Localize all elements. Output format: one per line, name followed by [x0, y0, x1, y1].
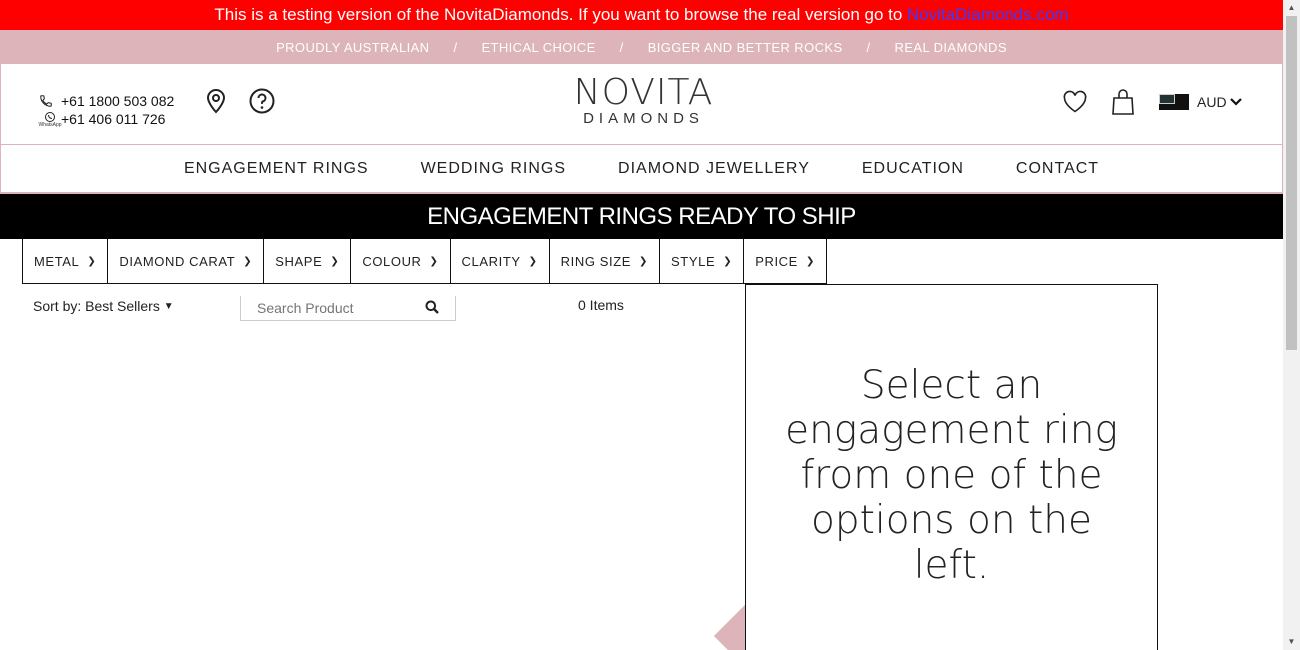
- site-header: +61 1800 503 082 WhatsApp +61 406 011 72…: [0, 64, 1283, 145]
- filter-bar: METAL ❯ DIAMOND CARAT ❯ SHAPE ❯ COLOUR ❯ CLA…: [22, 239, 827, 284]
- promo-item: PROUDLY AUSTRALIAN: [276, 39, 430, 55]
- contact-phones: +61 1800 503 082 WhatsApp +61 406 011 72…: [38, 92, 174, 128]
- caret-down-icon: ▼: [163, 301, 174, 312]
- chevron-down-icon: ❯: [330, 255, 340, 267]
- shopping-bag-icon[interactable]: [1111, 88, 1135, 121]
- filter-shape[interactable]: SHAPE ❯: [264, 239, 352, 283]
- nav-education[interactable]: EDUCATION: [862, 160, 964, 178]
- wishlist-heart-icon[interactable]: [1062, 90, 1088, 119]
- ring-preview-panel: Select an engagement ring from one of th…: [745, 284, 1158, 650]
- search-input[interactable]: [241, 296, 411, 319]
- filter-metal[interactable]: METAL ❯: [23, 239, 109, 283]
- whatsapp-icon: WhatsApp: [38, 111, 62, 128]
- filter-label: DIAMOND CARAT: [119, 253, 236, 269]
- filter-clarity[interactable]: CLARITY ❯: [451, 239, 550, 283]
- whatsapp-row[interactable]: WhatsApp +61 406 011 726: [38, 110, 174, 128]
- nav-engagement-rings[interactable]: ENGAGEMENT RINGS: [184, 160, 369, 178]
- sort-label: Sort by: Best Sellers: [33, 298, 160, 314]
- chevron-down-icon: ❯: [528, 255, 538, 267]
- chevron-down-icon: ❯: [87, 255, 97, 267]
- testing-banner: This is a testing version of the NovitaD…: [0, 0, 1283, 30]
- promo-separator: /: [619, 39, 624, 55]
- scrollbar-thumb[interactable]: [1286, 16, 1297, 350]
- currency-code: AUD: [1197, 94, 1227, 110]
- filter-label: STYLE: [671, 253, 716, 269]
- promo-item: ETHICAL CHOICE: [481, 39, 596, 55]
- logo-subtitle: DIAMONDS: [583, 110, 704, 127]
- filter-label: RING SIZE: [560, 253, 632, 269]
- filter-label: CLARITY: [461, 253, 521, 269]
- filter-label: COLOUR: [362, 253, 422, 269]
- decorative-diamond-shape: [711, 600, 747, 650]
- scroll-up-icon[interactable]: ▲: [1283, 0, 1300, 16]
- filter-price[interactable]: PRICE ❯: [744, 239, 826, 283]
- logo-wordmark: NOVITA: [573, 72, 714, 113]
- phone-row[interactable]: +61 1800 503 082: [39, 92, 174, 110]
- chevron-down-icon: ❯: [639, 255, 649, 267]
- filter-label: PRICE: [755, 253, 798, 269]
- product-search: [240, 296, 456, 321]
- chevron-down-icon: ❯: [429, 255, 439, 267]
- nav-contact[interactable]: CONTACT: [1016, 160, 1099, 178]
- promo-separator: /: [453, 39, 458, 55]
- promo-item: REAL DIAMONDS: [894, 39, 1007, 55]
- items-count: 0 Items: [578, 297, 624, 313]
- phone-number: +61 1800 503 082: [61, 93, 175, 109]
- scroll-down-icon[interactable]: ▼: [1283, 634, 1300, 650]
- filter-label: METAL: [34, 253, 80, 269]
- page-title: ENGAGEMENT RINGS READY TO SHIP: [0, 194, 1283, 239]
- filter-style[interactable]: STYLE ❯: [660, 239, 745, 283]
- sort-dropdown[interactable]: Sort by: Best Sellers ▼: [33, 298, 174, 314]
- filter-ring-size[interactable]: RING SIZE ❯: [550, 239, 661, 283]
- location-pin-icon[interactable]: [205, 88, 227, 119]
- chevron-down-icon: [1229, 94, 1242, 110]
- filter-colour[interactable]: COLOUR ❯: [351, 239, 451, 283]
- chevron-down-icon: ❯: [805, 255, 815, 267]
- help-question-icon[interactable]: [249, 88, 275, 119]
- chevron-down-icon: ❯: [243, 255, 253, 267]
- chevron-down-icon: ❯: [723, 255, 733, 267]
- search-icon[interactable]: [425, 300, 439, 319]
- real-site-link[interactable]: NovitaDiamonds.com: [907, 5, 1069, 24]
- whatsapp-number: +61 406 011 726: [61, 111, 166, 127]
- nav-wedding-rings[interactable]: WEDDING RINGS: [421, 160, 566, 178]
- currency-selector[interactable]: AUD: [1159, 94, 1242, 110]
- promo-item: BIGGER AND BETTER ROCKS: [647, 39, 843, 55]
- novita-logo[interactable]: NOVITA DIAMONDS: [571, 72, 716, 128]
- filter-label: SHAPE: [275, 253, 323, 269]
- nav-diamond-jewellery[interactable]: DIAMOND JEWELLERY: [618, 160, 810, 178]
- promo-bar: PROUDLY AUSTRALIAN / ETHICAL CHOICE / BI…: [0, 30, 1283, 64]
- whatsapp-label: WhatsApp: [38, 121, 62, 128]
- filter-diamond-carat[interactable]: DIAMOND CARAT ❯: [108, 239, 265, 283]
- select-ring-prompt: Select an engagement ring from one of th…: [785, 363, 1118, 588]
- australia-flag-icon: [1159, 94, 1189, 110]
- testing-banner-text: This is a testing version of the NovitaD…: [214, 5, 908, 24]
- promo-separator: /: [866, 39, 871, 55]
- phone-icon: [39, 94, 61, 108]
- page-scrollbar[interactable]: ▲ ▼: [1283, 0, 1300, 650]
- main-nav: ENGAGEMENT RINGS WEDDING RINGS DIAMOND J…: [0, 145, 1283, 194]
